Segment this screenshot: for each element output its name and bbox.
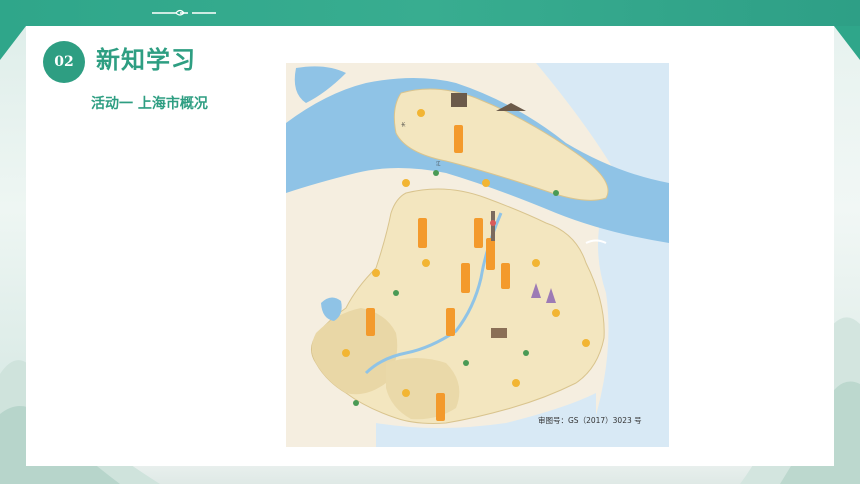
section-title: 新知学习 [96, 46, 196, 74]
top-banner [0, 0, 860, 26]
cloud-ornament-icon [152, 9, 216, 16]
river-label-2: 江 [436, 160, 441, 167]
activity-label: 活动一 上海市概况 [91, 96, 208, 112]
section-number-badge: 02 [43, 41, 85, 83]
shanghai-map-illustration: 长 江 [286, 63, 669, 447]
shanghai-map: 长 江 审图号：GS（2017）3023 号 [286, 63, 669, 447]
river-label-1: 长 [401, 121, 406, 128]
map-approval-caption: 审图号：GS（2017）3023 号 [538, 416, 642, 425]
